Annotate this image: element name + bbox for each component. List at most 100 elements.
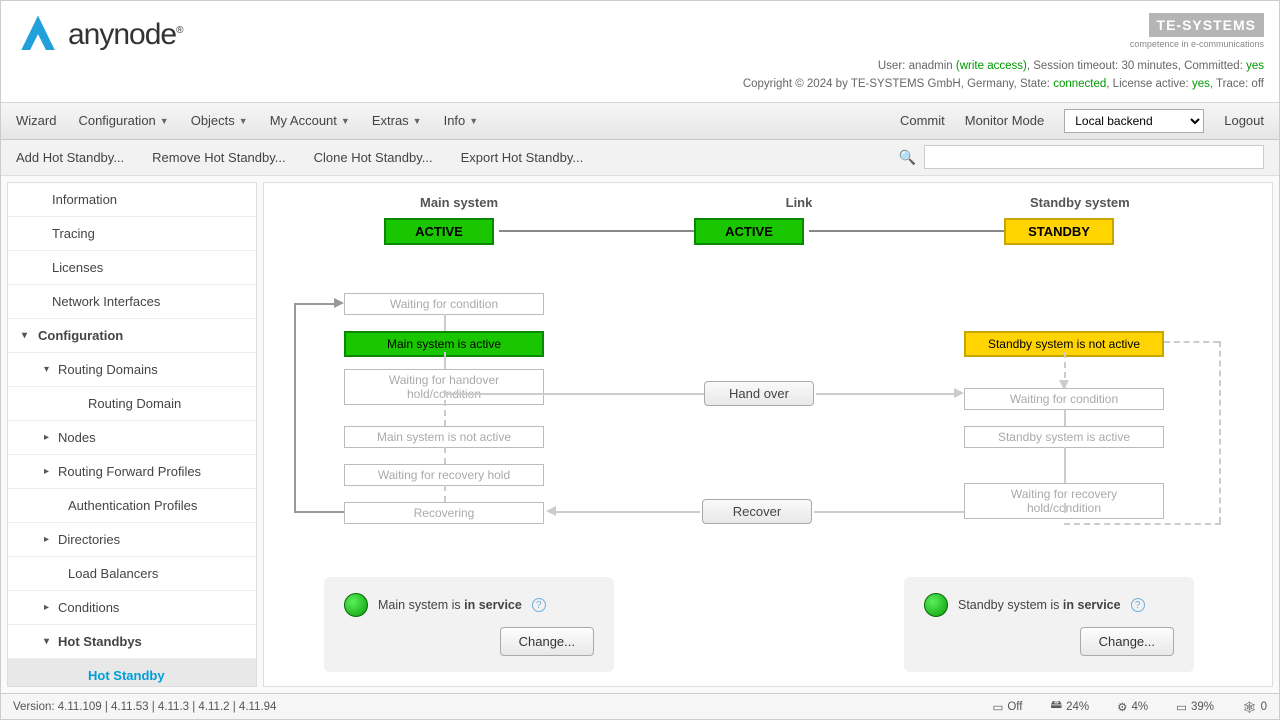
company-subtitle: competence in e-communications [743,39,1264,49]
state-standby-active: Standby system is active [964,426,1164,448]
anynode-logo-icon [16,13,60,57]
write-access-link[interactable]: (write access) [956,60,1027,72]
connector [499,230,694,232]
connector [1064,447,1066,483]
change-standby-button[interactable]: Change... [1080,627,1174,656]
sidebar-item-hot-standby[interactable]: Hot Standby [8,659,256,687]
sidebar-item-routing-domains[interactable]: ▾Routing Domains [8,353,256,387]
tree-expanded-icon: ▾ [44,364,49,375]
menu-objects[interactable]: Objects▼ [191,113,248,128]
arrow-icon [546,506,556,516]
help-icon[interactable]: ? [1131,598,1145,612]
change-main-button[interactable]: Change... [500,627,594,656]
sidebar-item-routing-forward-profiles[interactable]: ▸Routing Forward Profiles [8,455,256,489]
sidebar-item-nodes[interactable]: ▸Nodes [8,421,256,455]
chevron-down-icon: ▼ [160,116,169,126]
sidebar[interactable]: Information Tracing Licenses Network Int… [7,182,257,687]
tree-collapsed-icon: ▸ [44,432,49,443]
connector [444,447,446,464]
tree-collapsed-icon: ▸ [44,534,49,545]
link-label: Link [744,191,854,214]
state-main-not-active: Main system is not active [344,426,544,448]
header: anynode® TE-SYSTEMS competence in e-comm… [1,1,1279,102]
commit-button[interactable]: Commit [900,113,945,128]
state-diagram: Main system Link Standby system ACTIVE A… [264,183,1272,686]
chevron-down-icon: ▼ [469,116,478,126]
recover-button[interactable]: Recover [702,499,812,524]
main-panel: Main system Link Standby system ACTIVE A… [263,182,1273,687]
logout-button[interactable]: Logout [1224,113,1264,128]
license-link[interactable]: yes [1192,78,1210,90]
committed-link[interactable]: yes [1246,60,1264,72]
sidebar-item-information[interactable]: Information [8,183,256,217]
standby-badge: STANDBY [1004,218,1114,245]
help-icon[interactable]: ? [532,598,546,612]
main-active-badge: ACTIVE [384,218,494,245]
standby-status-card: Standby system is in service ? Change... [904,577,1194,672]
memory-icon: ▭ [1176,700,1187,714]
state-waiting-recovery-2: Waiting for recovery hold/condition [964,483,1164,519]
brand-name: anynode® [68,18,182,52]
menu-configuration[interactable]: Configuration▼ [78,113,168,128]
chevron-down-icon: ▼ [341,116,350,126]
clone-hot-standby-button[interactable]: Clone Hot Standby... [314,150,433,165]
footer-alerts: 🕸0 [1242,700,1267,714]
company-logo: TE-SYSTEMS [1149,13,1264,37]
backend-select[interactable]: Local backend [1064,109,1204,133]
system-info: Copyright © 2024 by TE-SYSTEMS GmbH, Ger… [743,75,1264,93]
connector [816,393,956,395]
state-link[interactable]: connected [1053,78,1106,90]
sidebar-item-authentication-profiles[interactable]: Authentication Profiles [8,489,256,523]
disk-icon: 🖴 [1050,697,1062,716]
sidebar-item-tracing[interactable]: Tracing [8,217,256,251]
tree-expanded-icon: ▾ [44,636,49,647]
add-hot-standby-button[interactable]: Add Hot Standby... [16,150,124,165]
menu-wizard[interactable]: Wizard [16,113,56,128]
status-dot-icon [924,593,948,617]
gear-icon: ⚙ [1117,700,1127,714]
menu-extras[interactable]: Extras▼ [372,113,422,128]
tree-collapsed-icon: ▸ [44,602,49,613]
chevron-down-icon: ▼ [239,116,248,126]
alert-icon: 🕸 [1242,700,1257,714]
link-active-badge: ACTIVE [694,218,804,245]
screen-icon: ▭ [992,700,1003,714]
monitor-mode-button[interactable]: Monitor Mode [965,113,1044,128]
connector [294,511,344,513]
sidebar-item-hot-standbys[interactable]: ▾Hot Standbys [8,625,256,659]
sidebar-item-network[interactable]: Network Interfaces [8,285,256,319]
chevron-down-icon: ▼ [413,116,422,126]
status-dot-icon [344,593,368,617]
state-recovering: Recovering [344,502,544,524]
footer-cpu: ⚙4% [1117,700,1148,714]
footer: Version: 4.11.109 | 4.11.53 | 4.11.3 | 4… [1,693,1279,719]
connector [554,511,700,513]
sidebar-item-conditions[interactable]: ▸Conditions [8,591,256,625]
tree-collapsed-icon: ▸ [44,466,49,477]
hand-over-button[interactable]: Hand over [704,381,814,406]
connector [1064,409,1066,426]
sidebar-item-licenses[interactable]: Licenses [8,251,256,285]
menu-info[interactable]: Info▼ [444,113,479,128]
sidebar-item-configuration[interactable]: ▾Configuration [8,319,256,353]
arrow-icon [954,388,964,398]
remove-hot-standby-button[interactable]: Remove Hot Standby... [152,150,285,165]
sidebar-item-directories[interactable]: ▸Directories [8,523,256,557]
logo: anynode® [16,13,182,57]
sidebar-item-routing-domain[interactable]: Routing Domain [8,387,256,421]
export-hot-standby-button[interactable]: Export Hot Standby... [461,150,584,165]
connector [444,390,446,426]
search-input[interactable] [924,145,1264,169]
arrow-icon [1059,380,1069,390]
sidebar-item-load-balancers[interactable]: Load Balancers [8,557,256,591]
search-icon: 🔍 [899,149,916,166]
toolbar: Add Hot Standby... Remove Hot Standby...… [1,140,1279,176]
connector [294,303,296,513]
main-status-text: Main system is in service [378,598,522,612]
header-right: TE-SYSTEMS competence in e-communication… [743,13,1264,94]
connector [444,393,704,395]
connector [294,303,336,305]
menu-my-account[interactable]: My Account▼ [270,113,350,128]
connector [444,314,446,331]
main-status-card: Main system is in service ? Change... [324,577,614,672]
